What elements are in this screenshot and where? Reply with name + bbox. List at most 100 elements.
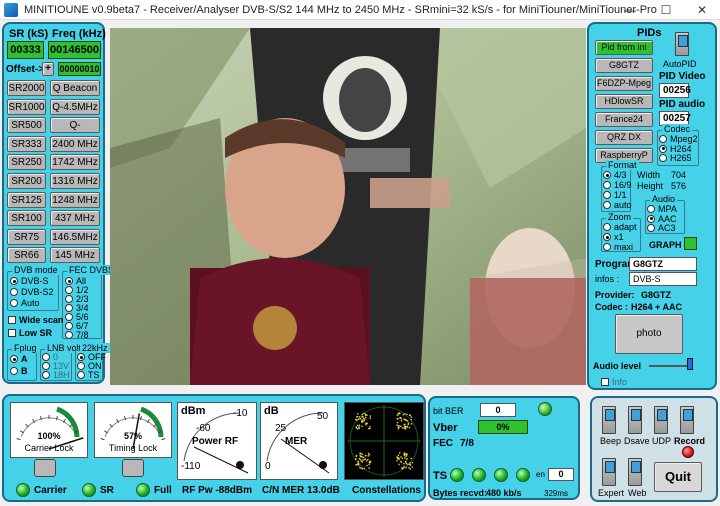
audio-radio[interactable]: AC3 bbox=[647, 223, 676, 233]
format-radio-dot[interactable] bbox=[603, 181, 611, 189]
freq-preset-button[interactable]: Q-4.5MHz bbox=[50, 98, 100, 115]
lnb-radio-dot[interactable] bbox=[42, 371, 50, 379]
low-sr-checkbox[interactable]: Low SR bbox=[8, 328, 52, 338]
timing-toggle-button[interactable] bbox=[122, 459, 144, 477]
zoom-radio[interactable]: adapt bbox=[603, 222, 637, 232]
audio-radio-dot[interactable] bbox=[647, 214, 655, 223]
close-button[interactable]: ✕ bbox=[684, 0, 720, 20]
audio-radio-dot[interactable] bbox=[647, 224, 655, 232]
wide-scan-box[interactable] bbox=[8, 316, 16, 324]
format-radio[interactable]: 1/1 bbox=[603, 190, 627, 200]
audio-level-slider[interactable] bbox=[649, 365, 691, 367]
codec-radio[interactable]: H265 bbox=[659, 153, 692, 163]
zoom-radio-dot[interactable] bbox=[603, 223, 611, 231]
expert-toggle-icon[interactable] bbox=[602, 458, 616, 486]
pid-preset-button[interactable]: F6DZP-Mpeg bbox=[595, 76, 653, 91]
sr-value[interactable]: 00333 bbox=[7, 41, 44, 59]
freq-value[interactable]: 00146500 bbox=[48, 41, 101, 59]
freq-preset-button[interactable]: 437 MHz bbox=[50, 210, 100, 227]
khz-radio-dot[interactable] bbox=[77, 362, 85, 370]
fec-radio[interactable]: 7/8 bbox=[65, 330, 89, 340]
dvb-mode-radio-dot[interactable] bbox=[10, 288, 18, 296]
carrier-toggle-button[interactable] bbox=[34, 459, 56, 477]
audio-radio-dot[interactable] bbox=[647, 205, 655, 213]
format-radio-dot[interactable] bbox=[603, 171, 611, 179]
sr-preset-button[interactable]: SR75 bbox=[7, 228, 46, 245]
khz-radio-dot[interactable] bbox=[77, 371, 85, 379]
khz-radio[interactable]: TS bbox=[77, 370, 100, 380]
program-input[interactable]: G8GTZ bbox=[629, 257, 697, 271]
freq-preset-button[interactable]: 1742 MHz bbox=[50, 154, 100, 171]
quit-button[interactable]: Quit bbox=[654, 462, 702, 492]
sr-preset-button[interactable]: SR250 bbox=[7, 154, 46, 171]
sr-preset-button[interactable]: SR333 bbox=[7, 135, 46, 152]
audio-radio[interactable]: AAC bbox=[647, 214, 677, 224]
offset-sign-button[interactable]: + bbox=[42, 62, 54, 76]
zoom-radio[interactable]: maxi bbox=[603, 242, 633, 252]
freq-preset-button[interactable]: 1248 MHz bbox=[50, 191, 100, 208]
codec-radio-dot[interactable] bbox=[659, 135, 667, 143]
zoom-radio-dot[interactable] bbox=[603, 233, 611, 241]
fec-radio-dot[interactable] bbox=[65, 331, 73, 339]
autopid-icon[interactable] bbox=[675, 32, 689, 56]
freq-preset-button[interactable]: 1316 MHz bbox=[50, 173, 100, 189]
fec-radio-dot[interactable] bbox=[65, 286, 73, 294]
pid-preset-button[interactable]: G8GTZ bbox=[595, 58, 653, 73]
sr-preset-button[interactable]: SR2000 bbox=[7, 80, 46, 96]
freq-preset-button[interactable]: 2400 MHz bbox=[50, 135, 100, 152]
web-toggle-icon[interactable] bbox=[628, 458, 642, 486]
fec-radio-dot[interactable] bbox=[65, 322, 73, 330]
lnb-radio-dot[interactable] bbox=[42, 362, 50, 370]
format-radio-dot[interactable] bbox=[603, 201, 611, 209]
audio-level-thumb[interactable] bbox=[687, 358, 693, 370]
maximize-button[interactable]: ☐ bbox=[648, 0, 684, 20]
freq-preset-button[interactable]: 145 MHz bbox=[50, 247, 100, 264]
fplug-a-radio[interactable]: A bbox=[10, 354, 28, 364]
codec-radio-dot[interactable] bbox=[659, 144, 667, 153]
pid-preset-button[interactable]: HDlowSR bbox=[595, 94, 653, 109]
fec-radio-dot[interactable] bbox=[65, 304, 73, 312]
pid-video-input[interactable]: 00256 bbox=[659, 83, 691, 98]
sr-preset-button[interactable]: SR66 bbox=[7, 247, 46, 264]
minimize-button[interactable]: — bbox=[612, 0, 648, 20]
dvb-mode-radio-dot[interactable] bbox=[10, 299, 18, 307]
record-toggle-icon[interactable] bbox=[680, 406, 694, 434]
khz-radio-dot[interactable] bbox=[77, 353, 85, 361]
audio-radio[interactable]: MPA bbox=[647, 204, 677, 214]
freq-preset-button[interactable]: 146.5MHz bbox=[50, 228, 100, 245]
dvb-mode-radio[interactable]: DVB-S bbox=[10, 276, 49, 286]
fec-radio-dot[interactable] bbox=[65, 313, 73, 321]
graph-toggle[interactable] bbox=[684, 237, 697, 250]
dvb-mode-radio[interactable]: Auto bbox=[10, 298, 40, 308]
pid-preset-button[interactable]: France24 bbox=[595, 112, 653, 127]
dvb-mode-radio-dot[interactable] bbox=[10, 277, 18, 285]
sr-preset-button[interactable]: SR100 bbox=[7, 210, 46, 227]
format-radio[interactable]: auto bbox=[603, 200, 632, 210]
video-display[interactable] bbox=[110, 28, 586, 385]
freq-preset-button[interactable]: Q Beacon bbox=[50, 80, 100, 96]
fplug-b-radio[interactable]: B bbox=[10, 366, 28, 376]
zoom-radio[interactable]: x1 bbox=[603, 232, 624, 242]
codec-radio-dot[interactable] bbox=[659, 154, 667, 162]
beep-toggle-icon[interactable] bbox=[602, 406, 616, 434]
sr-preset-button[interactable]: SR1000 bbox=[7, 98, 46, 115]
udp-toggle-icon[interactable] bbox=[654, 406, 668, 434]
lnb-radio[interactable]: 18H bbox=[42, 370, 70, 380]
format-radio[interactable]: 4/3 bbox=[603, 170, 627, 180]
pid-preset-button[interactable]: QRZ DX bbox=[595, 130, 653, 145]
dsave-toggle-icon[interactable] bbox=[628, 406, 642, 434]
photo-button[interactable]: photo bbox=[615, 314, 683, 354]
offset-value[interactable]: 00000010 bbox=[58, 62, 101, 76]
sr-preset-button[interactable]: SR500 bbox=[7, 117, 46, 134]
lnb-radio-dot[interactable] bbox=[42, 353, 50, 361]
format-radio[interactable]: 16/9 bbox=[603, 180, 632, 190]
sr-preset-button[interactable]: SR200 bbox=[7, 173, 46, 189]
info-checkbox[interactable]: Info bbox=[601, 377, 627, 387]
dvb-mode-radio[interactable]: DVB-S2 bbox=[10, 287, 54, 297]
zoom-radio-dot[interactable] bbox=[603, 243, 611, 251]
pid-from-ini-button[interactable]: Pid from ini bbox=[595, 40, 653, 55]
wide-scan-checkbox[interactable]: Wide scan bbox=[8, 315, 63, 325]
sr-preset-button[interactable]: SR125 bbox=[7, 191, 46, 208]
codec-radio[interactable]: Mpeg2 bbox=[659, 134, 698, 144]
format-radio-dot[interactable] bbox=[603, 191, 611, 199]
